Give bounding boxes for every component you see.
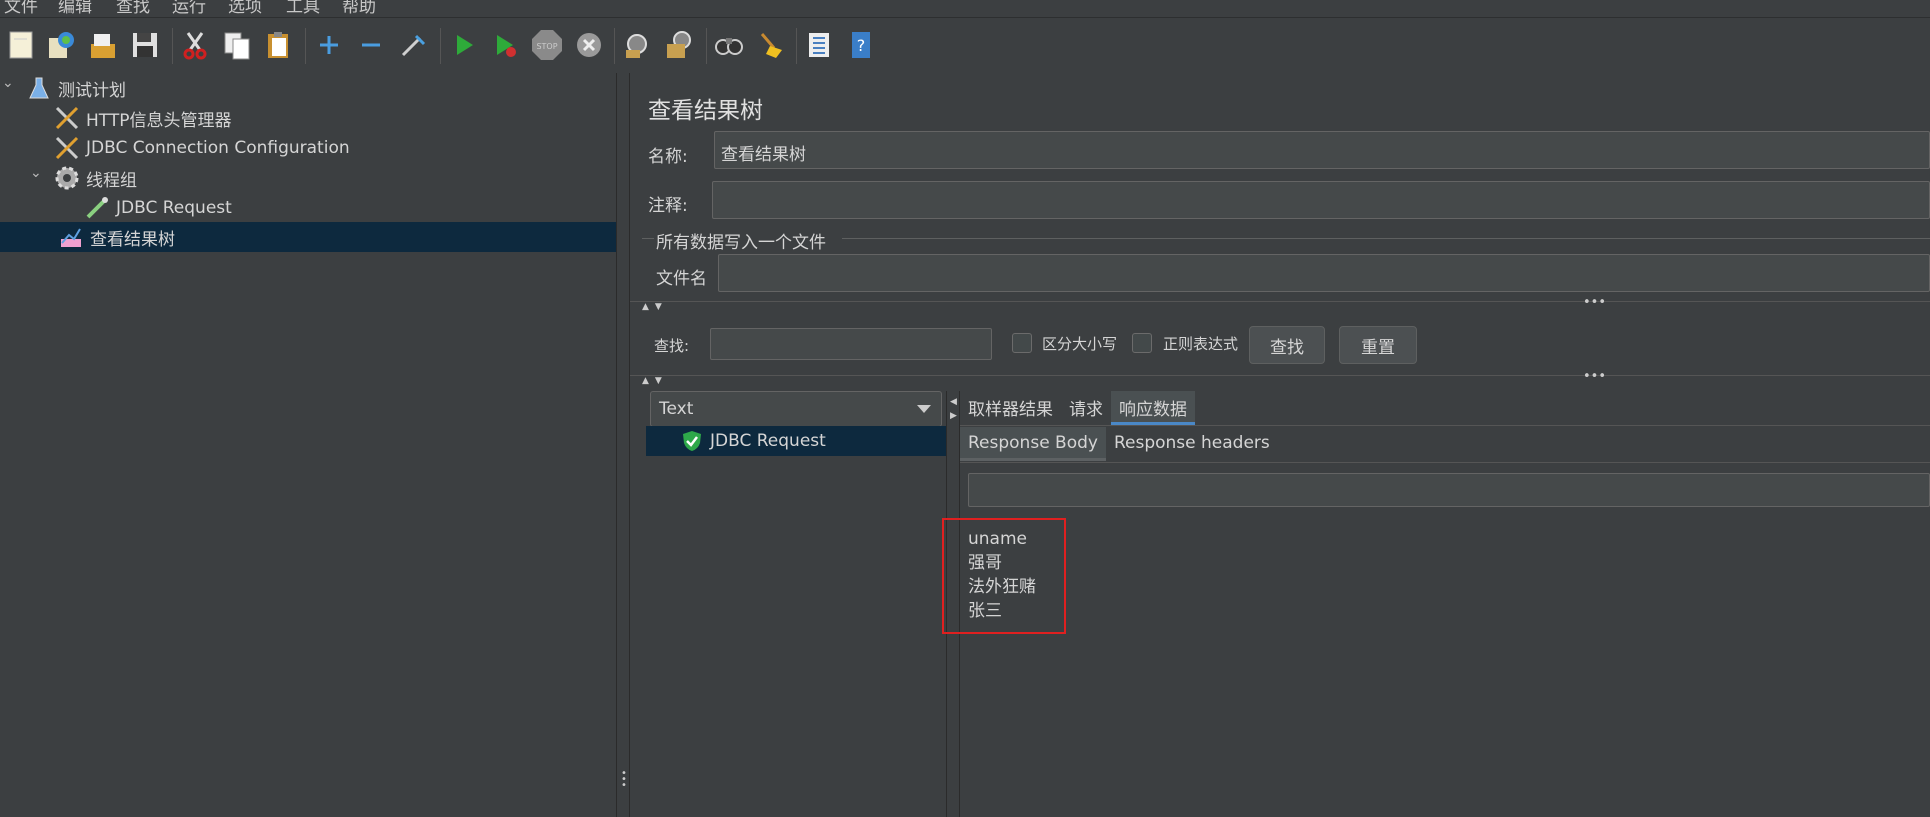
help-icon[interactable]: ? xyxy=(844,28,878,62)
view-results-tree-panel: 查看结果树 名称: 查看结果树 注释: 所有数据写入一个文件 文件名 ▲▼ •••… xyxy=(630,73,1930,817)
tree-item-label: HTTP信息头管理器 xyxy=(86,110,232,131)
chevron-down-icon[interactable]: ⌄ xyxy=(30,165,42,181)
clear-all-icon[interactable] xyxy=(662,28,696,62)
filename-field[interactable] xyxy=(718,254,1930,292)
reset-button[interactable]: 重置 xyxy=(1339,326,1417,364)
case-sensitive-checkbox[interactable] xyxy=(1012,333,1032,353)
tree-item-test-plan[interactable]: 测试计划 xyxy=(26,73,126,103)
splitter[interactable]: ▲▼ ••• xyxy=(630,369,1930,386)
menu-search[interactable]: 查找 xyxy=(116,0,150,14)
result-item-jdbc-request[interactable]: JDBC Request xyxy=(646,426,946,456)
tools-icon xyxy=(54,105,80,131)
tab-sampler-result[interactable]: 取样器结果 xyxy=(960,391,1061,425)
tree-item-label: JDBC Connection Configuration xyxy=(86,138,350,158)
collapse-icon[interactable] xyxy=(354,28,388,62)
tree-item-jdbc-connection[interactable]: JDBC Connection Configuration xyxy=(54,133,350,163)
result-item-label: JDBC Request xyxy=(710,431,826,451)
cut-icon[interactable] xyxy=(178,28,212,62)
open-icon[interactable] xyxy=(86,28,120,62)
chevron-down-icon[interactable]: ⌄ xyxy=(2,75,14,91)
tree-item-thread-group[interactable]: 线程组 xyxy=(54,163,137,193)
reset-search-icon[interactable] xyxy=(754,28,788,62)
templates-icon[interactable] xyxy=(44,28,78,62)
tree-item-label: 测试计划 xyxy=(58,80,126,101)
tab-response-body[interactable]: Response Body xyxy=(960,427,1106,461)
tree-splitter[interactable]: • • • xyxy=(616,73,630,817)
renderer-value: Text xyxy=(659,399,694,419)
tab-response-headers[interactable]: Response headers xyxy=(1106,427,1278,461)
comment-label: 注释: xyxy=(648,196,688,216)
tab-response-data[interactable]: 响应数据 xyxy=(1111,391,1195,425)
toggle-icon[interactable] xyxy=(396,28,430,62)
search-icon[interactable] xyxy=(712,28,746,62)
response-subtabs: Response Body Response headers xyxy=(960,427,1278,461)
start-icon[interactable] xyxy=(446,28,480,62)
name-label: 名称: xyxy=(648,147,688,167)
splitter[interactable]: ▲▼ ••• xyxy=(630,295,1930,312)
tree-item-label: 线程组 xyxy=(86,170,137,191)
regex-label: 正则表达式 xyxy=(1163,335,1239,353)
test-plan-tree: ⌄ 测试计划 HTTP信息头管理器 JDBC Connection Config… xyxy=(0,73,616,817)
menubar: 文件 编辑 查找 运行 选项 工具 帮助 xyxy=(0,0,1930,14)
shutdown-icon[interactable] xyxy=(572,28,606,62)
highlight-box xyxy=(942,518,1066,634)
clear-icon[interactable] xyxy=(620,28,654,62)
paste-icon[interactable] xyxy=(262,28,296,62)
svg-text:?: ? xyxy=(857,36,866,55)
menu-run[interactable]: 运行 xyxy=(172,0,206,14)
tools-icon xyxy=(54,135,80,161)
regex-checkbox[interactable] xyxy=(1132,333,1152,353)
menu-options[interactable]: 选项 xyxy=(228,0,262,14)
chart-icon xyxy=(58,224,84,250)
start-no-pause-icon[interactable] xyxy=(488,28,522,62)
response-search-input[interactable] xyxy=(968,473,1930,507)
search-field[interactable] xyxy=(710,328,992,360)
function-helper-icon[interactable] xyxy=(802,28,836,62)
menu-help[interactable]: 帮助 xyxy=(342,0,376,14)
svg-text:STOP: STOP xyxy=(536,42,557,51)
expand-icon[interactable] xyxy=(312,28,346,62)
menu-edit[interactable]: 编辑 xyxy=(58,0,92,14)
pipette-icon xyxy=(84,195,110,221)
tree-item-jdbc-request[interactable]: JDBC Request xyxy=(84,193,232,223)
panel-title: 查看结果树 xyxy=(648,98,763,124)
tree-item-view-results-tree[interactable]: 查看结果树 xyxy=(0,222,616,252)
name-field[interactable]: 查看结果树 xyxy=(714,131,1930,169)
filename-label: 文件名 xyxy=(656,269,707,289)
result-tabs: 取样器结果 请求 响应数据 xyxy=(960,391,1195,425)
menu-file[interactable]: 文件 xyxy=(4,0,38,14)
save-icon[interactable] xyxy=(128,28,162,62)
stop-icon[interactable]: STOP xyxy=(530,28,564,62)
renderer-select[interactable]: Text xyxy=(650,391,942,427)
comment-field[interactable] xyxy=(712,181,1930,219)
tree-item-label: 查看结果树 xyxy=(90,229,175,250)
gear-icon xyxy=(54,165,80,191)
file-group-label: 所有数据写入一个文件 xyxy=(656,233,826,253)
search-label: 查找: xyxy=(654,337,690,355)
success-shield-icon xyxy=(682,430,702,452)
find-button[interactable]: 查找 xyxy=(1249,326,1325,364)
copy-icon[interactable] xyxy=(220,28,254,62)
tree-item-http-header-manager[interactable]: HTTP信息头管理器 xyxy=(54,103,232,133)
flask-icon xyxy=(26,75,52,101)
tab-request[interactable]: 请求 xyxy=(1061,391,1111,425)
chevron-down-icon xyxy=(917,405,931,413)
menu-tools[interactable]: 工具 xyxy=(286,0,320,14)
new-icon[interactable] xyxy=(4,28,38,62)
tree-item-label: JDBC Request xyxy=(116,198,232,218)
case-sensitive-label: 区分大小写 xyxy=(1042,335,1118,353)
toolbar: STOP ? xyxy=(0,17,1930,73)
